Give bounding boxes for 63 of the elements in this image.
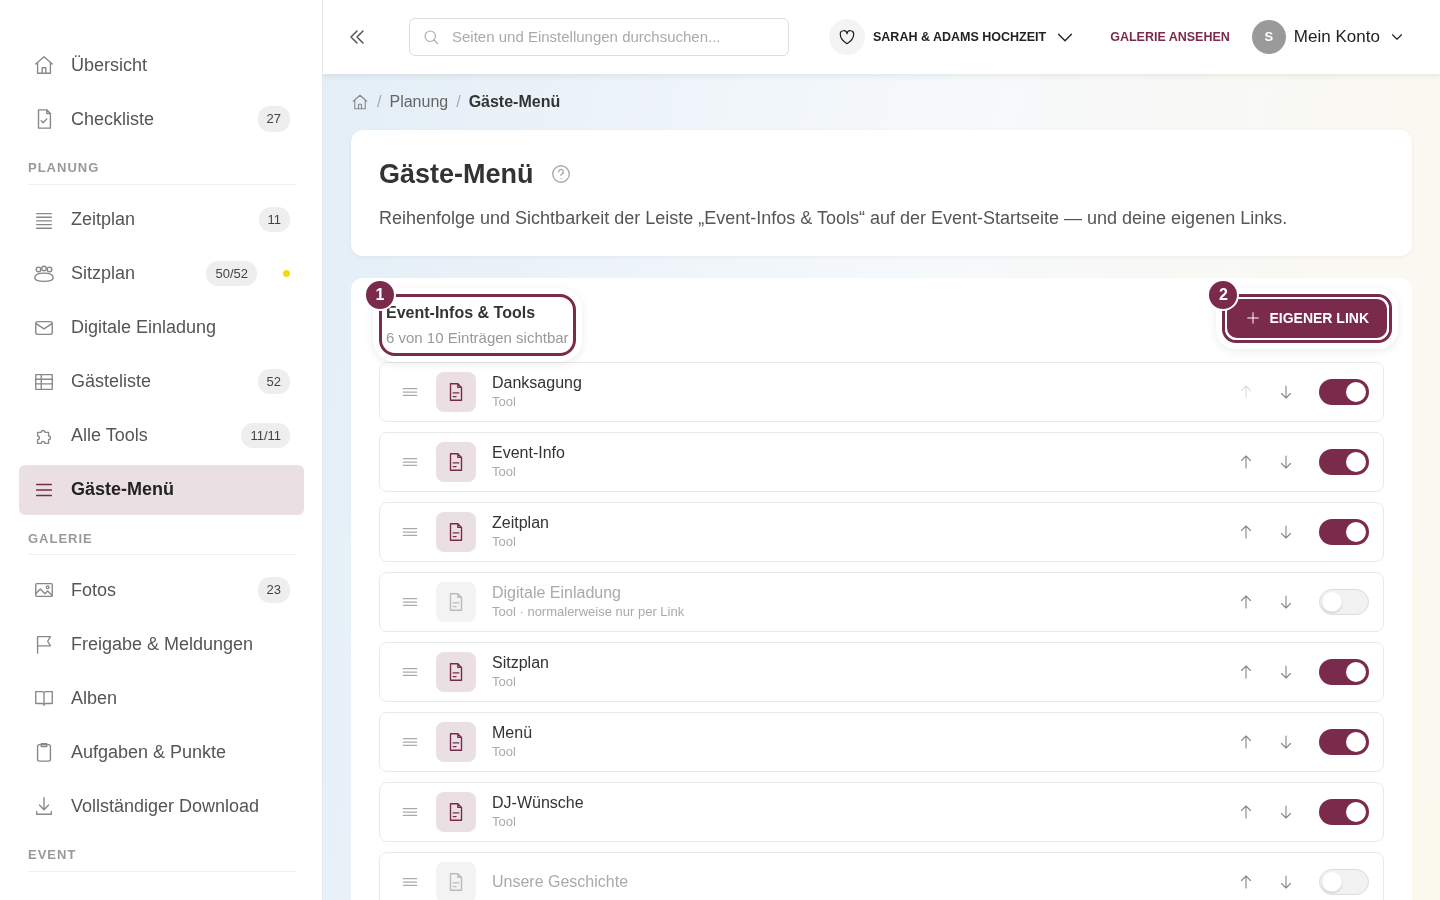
item-name: Sitzplan <box>492 652 549 672</box>
toggle-switch[interactable] <box>1319 449 1369 475</box>
section-subtitle: 6 von 10 Einträgen sichtbar <box>385 327 570 348</box>
toggle-switch[interactable] <box>1319 729 1369 755</box>
section-heading: EVENT <box>28 845 296 872</box>
sidebar-item[interactable]: Alben <box>19 673 304 723</box>
item-name: Event-Info <box>492 442 565 462</box>
sidebar-item[interactable]: Checkliste 27 <box>19 94 304 144</box>
sidebar-item[interactable]: Freigabe & Meldungen <box>19 619 304 669</box>
house-icon <box>33 54 55 76</box>
section-heading: PLANUNG <box>28 158 296 185</box>
event-selector[interactable]: SARAH & ADAMS HOCHZEIT <box>873 27 1047 47</box>
help-icon[interactable] <box>549 163 572 186</box>
toggle-switch[interactable] <box>1319 869 1369 895</box>
breadcrumb-separator: / <box>377 92 382 112</box>
count-badge: 23 <box>257 577 290 603</box>
count-badge: 27 <box>257 106 290 132</box>
house-icon[interactable] <box>351 93 369 111</box>
sidebar-item[interactable]: Digitale Einladung <box>19 302 304 353</box>
page-title: Gäste-Menü <box>379 158 534 191</box>
breadcrumb-item[interactable]: Planung <box>389 90 449 114</box>
toggle-switch[interactable] <box>1319 589 1369 615</box>
breadcrumb-separator: / <box>456 92 461 112</box>
item-name: Zeitplan <box>492 512 549 532</box>
item-type: Tool <box>492 742 517 761</box>
item-name: DJ-Wünsche <box>492 792 584 812</box>
sidebar-item[interactable]: Alle Tools 11/11 <box>19 410 304 461</box>
toggle-switch[interactable] <box>1319 519 1369 545</box>
sidebar-item[interactable]: Fotos 23 <box>19 565 304 615</box>
sidebar-item[interactable]: Gäste-Menü <box>19 464 304 515</box>
sidebar-item[interactable]: Vollständiger Download <box>19 781 304 831</box>
section-heading: GALERIE <box>28 528 296 555</box>
item-type: Tool <box>492 462 517 481</box>
item-name: Digitale Einladung <box>492 582 622 602</box>
breadcrumb-item: Gäste-Menü <box>468 92 561 112</box>
item-type: Tool <box>492 812 517 831</box>
search-icon <box>422 28 440 46</box>
count-badge: 50/52 <box>206 260 257 287</box>
search-field[interactable]: Seiten und Einstellungen durchsuchen... <box>409 18 789 56</box>
toggle-switch[interactable] <box>1319 379 1369 405</box>
item-name: Danksagung <box>492 372 582 392</box>
step-badge: 2 <box>1207 278 1240 311</box>
toggle-switch[interactable] <box>1319 799 1369 825</box>
sidebar-item[interactable]: Gästeliste 52 <box>19 356 304 407</box>
toggle-switch[interactable] <box>1319 659 1369 685</box>
plus-icon <box>1245 310 1262 326</box>
item-type: Tool <box>492 532 517 551</box>
item-name: Unsere Geschichte <box>492 872 629 892</box>
download-icon <box>33 795 55 817</box>
count-badge: 11/11 <box>241 422 290 449</box>
page-description: Reihenfolge und Sichtbarkeit der Leiste „Event-Infos & Tools“ auf der Event-Startseite — und deine eigenen Links. <box>379 206 1289 230</box>
sidebar-item[interactable]: Übersicht <box>19 40 304 90</box>
account-menu[interactable]: Mein Konto <box>1293 24 1380 50</box>
count-badge: 52 <box>257 368 290 395</box>
item-type: Tool · normalerweise nur per Link <box>492 602 685 621</box>
gallery-link[interactable]: GALERIE ANSEHEN <box>1110 27 1230 47</box>
item-type: Tool <box>492 392 517 411</box>
item-name: Menü <box>492 722 533 742</box>
sidebar-item[interactable]: Sitzplan 50/52 <box>19 248 304 299</box>
sidebar-item[interactable]: Zeitplan 11 <box>19 194 304 245</box>
sidebar-item[interactable]: Aufgaben & Punkte <box>19 727 304 777</box>
item-type: Tool <box>492 672 517 691</box>
count-badge: 11 <box>258 206 290 233</box>
